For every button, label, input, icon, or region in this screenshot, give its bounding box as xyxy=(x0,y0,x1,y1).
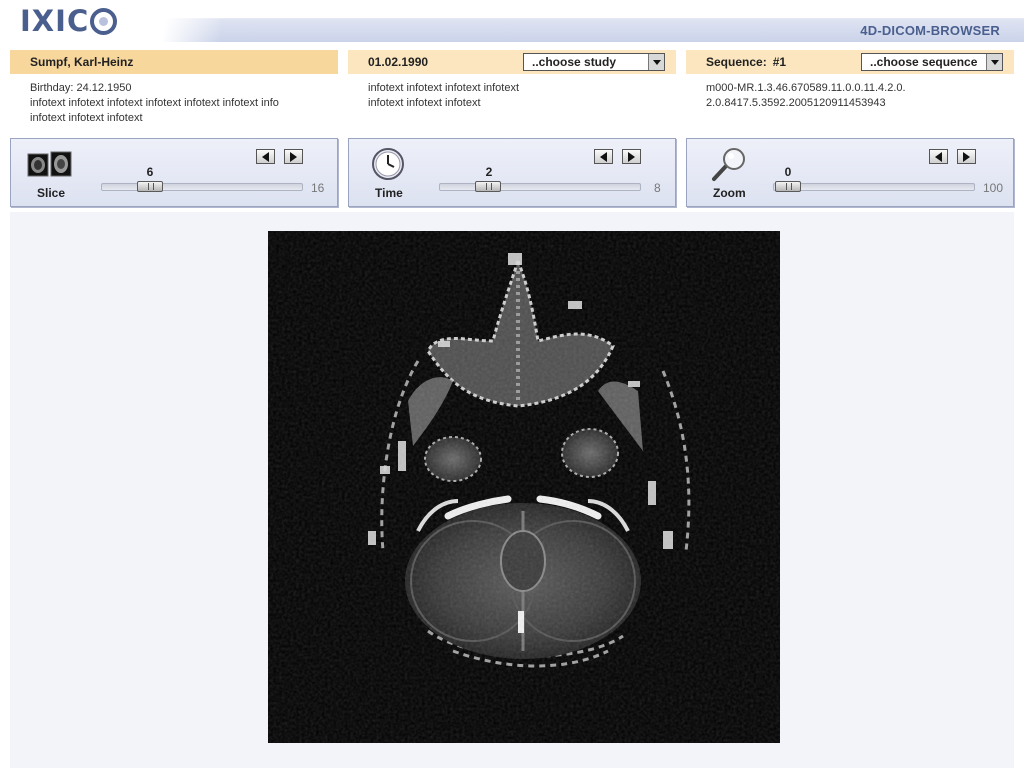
zoom-control-panel: Zoom 0 100 xyxy=(686,138,1014,207)
time-next-button[interactable] xyxy=(622,149,641,164)
sequence-label: Sequence: xyxy=(706,55,767,69)
slice-next-button[interactable] xyxy=(284,149,303,164)
slice-slider-thumb[interactable] xyxy=(137,181,163,192)
time-prev-button[interactable] xyxy=(594,149,613,164)
zoom-slider-thumb[interactable] xyxy=(775,181,801,192)
patient-bar: Sumpf, Karl-Heinz xyxy=(10,50,338,74)
patient-birthday: Birthday: 24.12.1950 xyxy=(30,82,132,94)
study-info-line2: infotext infotext infotext xyxy=(368,97,481,109)
zoom-max: 100 xyxy=(983,181,1004,195)
app-title: 4D-DICOM-BROWSER xyxy=(860,23,1000,38)
zoom-label: Zoom xyxy=(713,186,746,200)
sequence-info: m000-MR.1.3.46.670589.11.0.0.11.4.2.0. 2… xyxy=(706,81,1006,111)
time-max: 8 xyxy=(654,181,661,195)
study-select-value: ..choose study xyxy=(532,55,617,69)
zoom-prev-button[interactable] xyxy=(929,149,948,164)
chevron-down-icon[interactable] xyxy=(648,54,664,70)
patient-name: Sumpf, Karl-Heinz xyxy=(30,55,134,69)
time-slider-thumb[interactable] xyxy=(475,181,501,192)
logo-o-icon xyxy=(90,7,118,35)
sequence-select[interactable]: ..choose sequence xyxy=(861,53,1003,71)
slice-stack-icon xyxy=(27,151,72,177)
zoom-value: 0 xyxy=(784,165,792,179)
slice-label: Slice xyxy=(37,186,66,200)
time-value: 2 xyxy=(485,165,493,179)
clock-icon xyxy=(372,148,404,180)
sequence-uid-line1: m000-MR.1.3.46.670589.11.0.0.11.4.2.0. xyxy=(706,82,906,94)
patient-info: Birthday: 24.12.1950 infotext infotext i… xyxy=(30,81,340,126)
slice-max: 16 xyxy=(311,181,325,195)
slice-value: 6 xyxy=(146,165,154,179)
app-header: IXIC 4D-DICOM-BROWSER xyxy=(0,0,1024,44)
time-slider-track[interactable] xyxy=(439,183,641,191)
sequence-bar: Sequence: #1 ..choose sequence xyxy=(686,50,1014,74)
slice-control-panel: Slice 6 16 xyxy=(10,138,338,207)
slice-slider-track[interactable] xyxy=(101,183,303,191)
patient-info-line1: infotext infotext infotext infotext info… xyxy=(30,97,279,109)
magnifier-icon xyxy=(712,148,745,181)
zoom-slider-track[interactable] xyxy=(773,183,975,191)
chevron-down-icon[interactable] xyxy=(986,54,1002,70)
study-info: infotext infotext infotext infotext info… xyxy=(368,81,668,111)
sequence-number: #1 xyxy=(772,55,787,69)
slice-prev-button[interactable] xyxy=(256,149,275,164)
time-label: Time xyxy=(375,186,403,200)
study-bar: 01.02.1990 ..choose study xyxy=(348,50,676,74)
sequence-uid-line2: 2.0.8417.5.3592.2005120911453943 xyxy=(706,97,886,109)
study-select[interactable]: ..choose study xyxy=(523,53,665,71)
mri-slice-image[interactable] xyxy=(268,231,780,743)
zoom-next-button[interactable] xyxy=(957,149,976,164)
study-info-line1: infotext infotext infotext infotext xyxy=(368,82,520,94)
ixico-logo: IXIC xyxy=(20,4,118,38)
study-date: 01.02.1990 xyxy=(368,55,429,69)
logo-text: IXIC xyxy=(20,4,90,38)
patient-info-line2: infotext infotext infotext xyxy=(30,112,143,124)
mri-brain-scan-icon xyxy=(268,231,780,743)
sequence-select-value: ..choose sequence xyxy=(870,55,978,69)
header-swoosh xyxy=(120,0,220,44)
time-control-panel: Time 2 8 xyxy=(348,138,676,207)
